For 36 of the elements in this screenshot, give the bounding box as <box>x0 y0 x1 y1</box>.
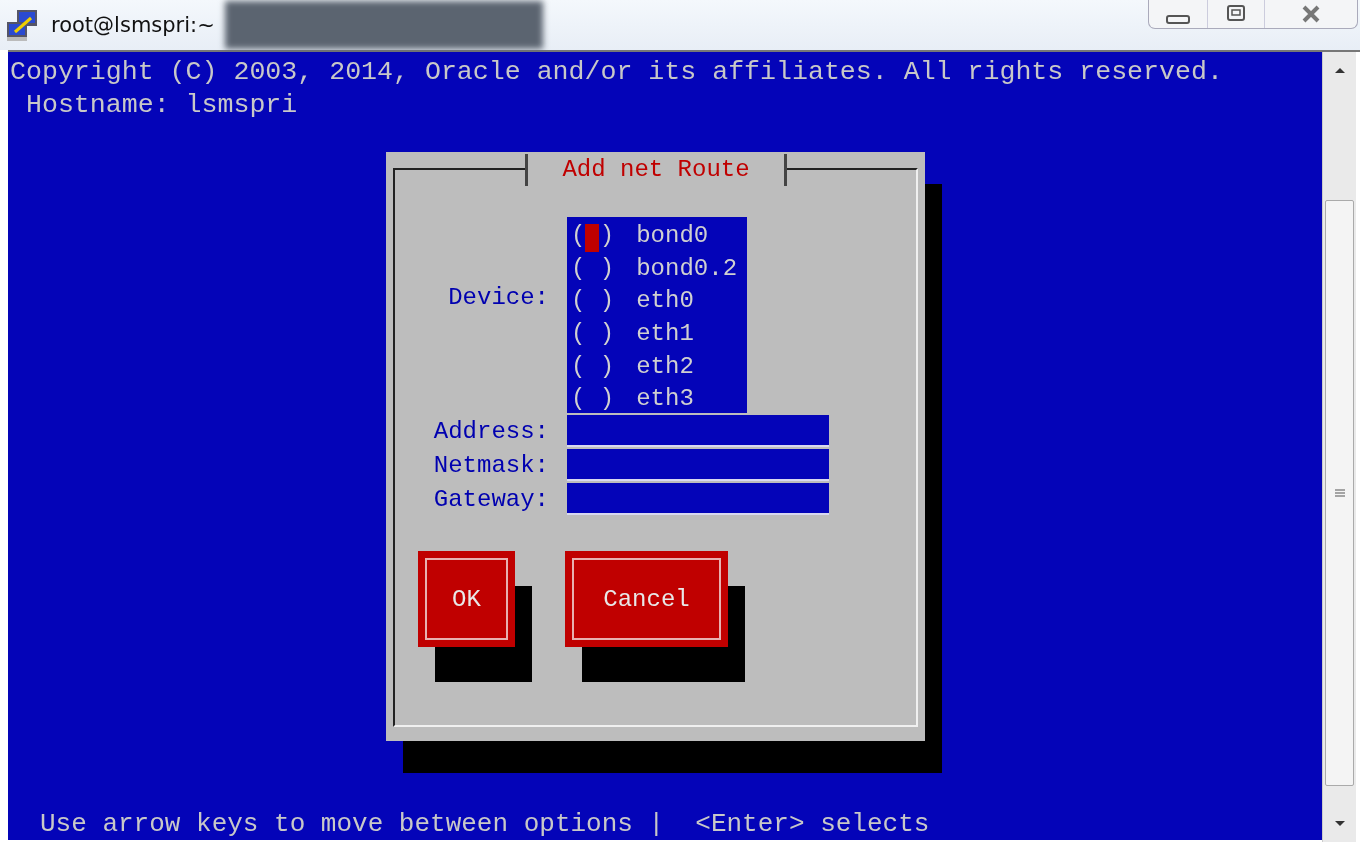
option-label: bond0.2 <box>636 254 738 282</box>
window-title: root@lsmspri:~ <box>51 13 215 37</box>
radio-button[interactable]: ( ) <box>571 319 615 347</box>
input-field[interactable] <box>567 415 829 447</box>
scrollbar[interactable] <box>1322 52 1356 842</box>
radio-button[interactable]: ( ) <box>571 352 615 380</box>
field-label: Device: <box>447 283 549 313</box>
minimize-icon <box>1166 14 1190 24</box>
radio-option[interactable]: ( ) eth1 <box>567 317 747 350</box>
field-label: Address: <box>432 417 549 447</box>
device-list[interactable]: ( ) bond0 ( ) bond0.2 ( ) eth0 ( ) eth1 ( ) eth2 ( ) eth3 <box>567 217 747 413</box>
terminal-line: Copyright (C) 2003, 2014, Oracle and/or its affiliates. All rights reserved. <box>10 56 1224 89</box>
input-field[interactable] <box>567 449 829 481</box>
radio-button[interactable]: ( ) <box>571 385 615 413</box>
option-label: eth1 <box>636 319 694 347</box>
field-label: Netmask: <box>432 451 549 481</box>
status-line: Use arrow keys to move between options | <Enter> selects <box>40 809 930 839</box>
terminal-line: Hostname: lsmspri <box>24 89 299 122</box>
scroll-up-icon[interactable] <box>1333 66 1346 74</box>
option-label: eth0 <box>636 287 694 315</box>
radio-option[interactable]: ( ) eth0 <box>567 284 747 318</box>
radio-option[interactable]: ( ) eth3 <box>567 382 747 416</box>
option-label: eth2 <box>636 352 694 380</box>
radio-option[interactable]: ( ) bond0.2 <box>567 251 747 285</box>
scroll-thumb[interactable] <box>1325 200 1354 786</box>
scroll-down-icon[interactable] <box>1333 820 1346 828</box>
option-label: bond0 <box>636 221 709 249</box>
radio-button[interactable]: ( ) <box>571 221 615 249</box>
radio-button[interactable]: ( ) <box>571 254 615 282</box>
radio-option[interactable]: ( ) eth2 <box>567 349 747 383</box>
dialog-title: Add net Route <box>525 154 787 186</box>
radio-button[interactable]: ( ) <box>571 287 615 315</box>
field-label: Gateway: <box>432 485 549 515</box>
input-field[interactable] <box>567 483 829 515</box>
radio-option[interactable]: ( ) bond0 <box>567 219 747 252</box>
option-label: eth3 <box>636 385 694 413</box>
